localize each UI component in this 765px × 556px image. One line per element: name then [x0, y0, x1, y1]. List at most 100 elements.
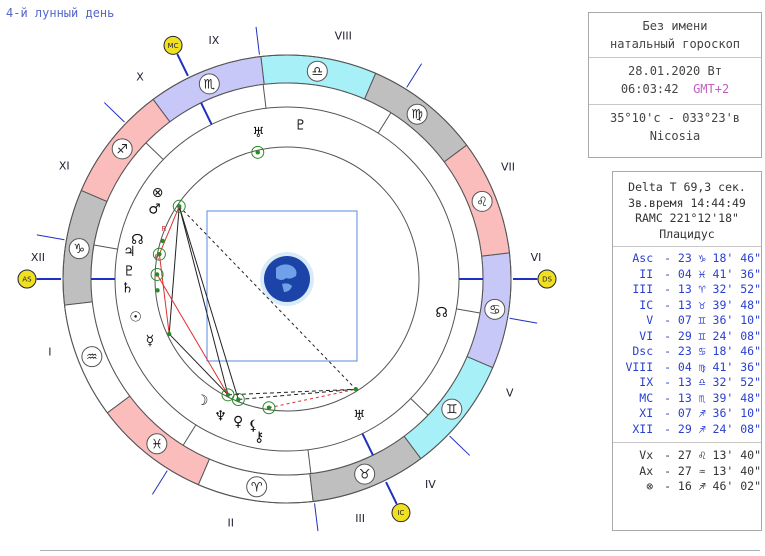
cusp-row: Dsc - 23 ♋ 18' 46" — [613, 344, 761, 360]
house-numeral: XII — [31, 251, 45, 264]
cusp-row: IC - 13 ♉ 39' 48" — [613, 298, 761, 314]
cusp-label: IC — [639, 297, 654, 312]
chart-info-panel: Без имени натальный гороскоп 28.01.2020 … — [588, 12, 762, 158]
cusp-row: MC - 13 ♏ 39' 48" — [613, 391, 761, 407]
cusp-row: XII - 29 ♐ 24' 08" — [613, 422, 761, 438]
cusp-row: VI - 29 ♊ 24' 08" — [613, 329, 761, 345]
cusp-label: VIII — [625, 359, 654, 374]
point-row: Ax - 27 ♒ 13' 40" — [613, 464, 761, 480]
cusp-value: - 07 ♐ 36' 10" — [657, 406, 761, 420]
timezone: GMT+2 — [693, 82, 730, 96]
retrograde-mark: R — [161, 225, 166, 233]
planet-moon: ☽ — [196, 393, 209, 409]
coordinates: 35°10'с - 033°23'в — [609, 111, 741, 125]
cusp-extension — [151, 470, 168, 495]
sign-glyph: ♈ — [251, 480, 263, 495]
birth-time: 06:03:42 — [620, 82, 679, 96]
cusp-extension — [314, 503, 319, 532]
cusp-value: - 23 ♑ 18' 46" — [657, 251, 761, 265]
delta-t: Delta T 69,3 сек. — [628, 180, 746, 194]
planet-mars: ♂ — [148, 202, 161, 218]
sign-glyph: ♋ — [489, 303, 501, 318]
point-label: ⊗ — [646, 479, 654, 493]
point-label: Vx — [639, 448, 654, 462]
aspect-dot — [155, 288, 160, 293]
sign-glyph: ♐ — [116, 142, 128, 157]
house-numeral: X — [136, 71, 144, 84]
cusp-value: - 13 ♎ 32' 52" — [657, 375, 761, 389]
sign-glyph: ♊ — [446, 403, 458, 418]
house-numeral: VI — [531, 251, 542, 264]
aspect-dot — [177, 204, 182, 209]
cusp-value: - 13 ♏ 39' 48" — [657, 390, 761, 405]
sign-glyph: ♌ — [476, 195, 488, 210]
cusp-row: VIII - 04 ♍ 41' 36" — [613, 360, 761, 376]
natal-chart-wheel[interactable]: ♑ ♒ ♓ ♈ ♉ ♊ ♋ ♌ ♍ ♎ ♏ ♐ I II III IV V VI VII VIII IX X XI XII AS… — [0, 0, 580, 556]
sign-glyph: ♉ — [359, 468, 371, 483]
planet-saturn: ♄ — [121, 280, 134, 296]
point-label: Ax — [639, 463, 654, 478]
cusp-label: V — [646, 313, 654, 327]
ramc: RAMC 221°12'18" — [635, 211, 739, 225]
planet-uranus-r: ♅ — [252, 125, 265, 141]
mc-line — [176, 53, 189, 77]
cusp-label: MC — [639, 390, 654, 405]
points-list: Vx - 27 ♌ 13' 40" Ax - 27 ♒ 13' 40" ⊗ - 16… — [613, 443, 761, 500]
planet-uranus: ♅ — [353, 408, 366, 424]
sign-glyph: ♍ — [411, 108, 423, 123]
point-value: - 27 ♒ 13' 40" — [657, 463, 761, 478]
house-numeral: III — [355, 512, 365, 525]
planet-pluto: ♇ — [123, 264, 136, 280]
ic-line — [385, 481, 398, 505]
cusp-row: IX - 13 ♎ 32' 52" — [613, 375, 761, 391]
cusp-label: II — [639, 266, 654, 281]
aspect-dot — [225, 392, 231, 398]
cusp-value: - 07 ♊ 36' 10" — [657, 313, 761, 327]
sign-glyph: ♎ — [311, 65, 323, 80]
cusp-label: Asc — [632, 251, 654, 265]
birth-date: 28.01.2020 Вт — [628, 64, 722, 78]
planet-jupiter: ♃ — [123, 244, 136, 260]
cusp-row: Asc - 23 ♑ 18' 46" — [613, 251, 761, 267]
planet-neptune: ♆ — [214, 409, 227, 425]
sign-glyph: ♓ — [151, 437, 163, 452]
sign-glyph: ♏ — [204, 77, 216, 92]
cusp-label: XI — [639, 406, 654, 420]
point-value: - 16 ♐ 46' 02" — [657, 479, 761, 493]
sign-glyph: ♒ — [86, 350, 98, 365]
planet-fortune: ⊗ — [152, 185, 164, 201]
cusp-row: II - 04 ♓ 41' 36" — [613, 267, 761, 283]
aspect-dot — [154, 272, 160, 277]
cusp-label: VI — [639, 328, 654, 343]
cusp-value: - 04 ♓ 41' 36" — [657, 266, 761, 281]
city: Nicosia — [649, 129, 701, 143]
house-numeral: IV — [425, 478, 436, 491]
point-row: Vx - 27 ♌ 13' 40" — [613, 448, 761, 464]
sign-glyph: ♑ — [73, 242, 85, 257]
house-numeral: VIII — [335, 29, 352, 42]
house-numeral: VII — [501, 160, 515, 173]
cusp-extension — [449, 435, 471, 456]
aspect-dot — [353, 387, 359, 392]
house-numeral: II — [228, 517, 235, 530]
globe — [264, 256, 310, 302]
cusp-extension — [36, 234, 65, 241]
planet-chiron: ⚷ — [254, 430, 264, 446]
house-numeral: IX — [209, 34, 220, 47]
angle-badge-label: MC — [168, 42, 179, 50]
angle-badge-label: IC — [397, 509, 404, 517]
cusp-row: XI - 07 ♐ 36' 10" — [613, 406, 761, 422]
angle-badge-label: DS — [542, 276, 552, 284]
cusp-row: V - 07 ♊ 36' 10" — [613, 313, 761, 329]
cusp-extension — [509, 317, 538, 324]
cusp-extension — [103, 102, 125, 123]
planet-mercury: ☿ — [146, 333, 155, 349]
cusp-extension — [406, 63, 423, 88]
cusp-label: IX — [639, 375, 654, 389]
point-row: ⊗ - 16 ♐ 46' 02" — [613, 479, 761, 495]
divider — [40, 550, 760, 551]
aspect-dot — [236, 397, 241, 402]
planet-south-node: ☊ — [435, 305, 447, 321]
aspect-dot — [255, 150, 260, 155]
point-value: - 27 ♌ 13' 40" — [657, 448, 761, 462]
